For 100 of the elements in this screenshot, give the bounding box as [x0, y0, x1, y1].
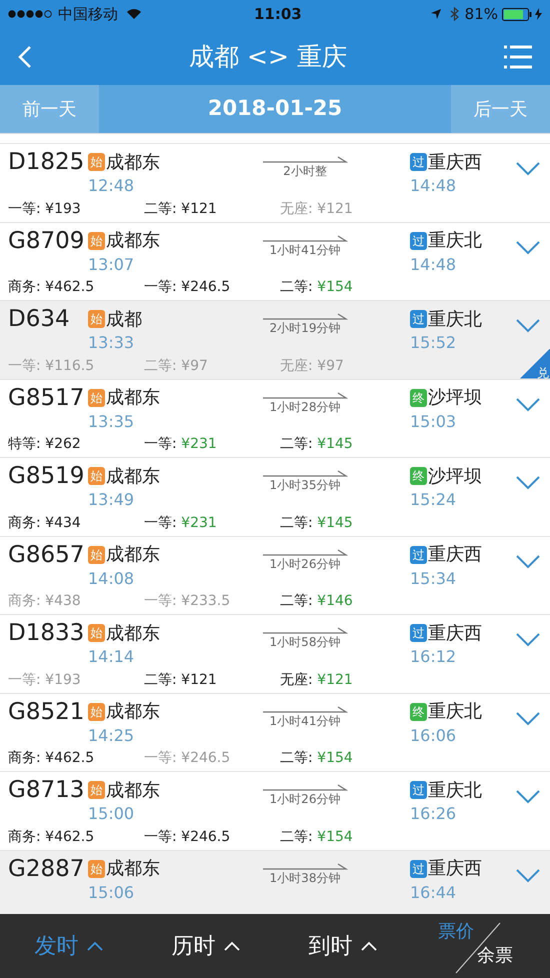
- arrival-station: 重庆北: [428, 229, 482, 253]
- fare-text: 商务: ¥462.5: [8, 828, 96, 846]
- carrier-text: 中国移动: [58, 4, 118, 25]
- sort-tab[interactable]: 发时: [0, 930, 137, 962]
- menu-icon[interactable]: [504, 44, 532, 70]
- station-tag: 终: [410, 388, 427, 406]
- caret-up-icon: [224, 941, 240, 951]
- fare-text: 一等: ¥116.5: [8, 356, 96, 376]
- train-row[interactable]: G2887 始 成都东 15:06 1小时38分钟 过 重庆西 16:44: [0, 850, 550, 914]
- fare-text: 一等: ¥193: [8, 200, 82, 218]
- train-row[interactable]: G8709 始 成都东 13:07 1小时41分钟 过 重庆北 14:48 商务: ¥462.5 一等: ¥246.5 二等: ¥154: [0, 222, 550, 301]
- station-tag: 始: [88, 232, 105, 250]
- departure-station: 成都东: [106, 150, 160, 174]
- station-tag: 终: [410, 467, 427, 485]
- train-number: G8521: [8, 698, 86, 726]
- train-number: D1825: [8, 148, 86, 176]
- train-number: D1833: [8, 619, 86, 647]
- arrival-time: 16:44: [410, 882, 458, 902]
- departure-station: 成都东: [106, 622, 160, 646]
- arrival-station: 沙坪坝: [428, 386, 482, 410]
- duration-text: 2小时整: [283, 164, 327, 178]
- clock-text: 11:03: [254, 4, 302, 25]
- train-number: G8709: [8, 226, 86, 254]
- chevron-down-icon[interactable]: [516, 554, 540, 568]
- train-row[interactable]: D634 始 成都 13:33 2小时19分钟 过 重庆北 15:52 一等: ¥116.5 二等: ¥97 无座: ¥97 兑: [0, 301, 550, 380]
- sort-toggle-option[interactable]: 票价: [438, 920, 474, 944]
- fare-text: 一等: ¥233.5: [144, 592, 232, 611]
- chevron-down-icon[interactable]: [516, 162, 540, 176]
- sort-toggle-option[interactable]: 余票: [477, 944, 513, 968]
- train-row[interactable]: G8517 始 成都东 13:35 1小时28分钟 终 沙坪坝 15:03 特等: ¥262 一等: ¥231 二等: ¥145: [0, 380, 550, 458]
- arrival-station: 重庆西: [428, 150, 482, 174]
- back-icon[interactable]: [18, 44, 32, 68]
- fare-text: 二等: ¥154: [280, 828, 353, 846]
- departure-station: 成都东: [106, 857, 160, 881]
- departure-station: 成都东: [106, 229, 160, 253]
- arrival-station: 重庆北: [428, 700, 482, 724]
- departure-time: 13:33: [88, 333, 136, 353]
- station-tag: 始: [88, 781, 105, 799]
- fare-text: 二等: ¥146: [280, 592, 353, 611]
- departure-time: 14:08: [88, 568, 136, 588]
- arrival-time: 16:26: [410, 804, 458, 824]
- battery-icon: [502, 8, 532, 20]
- fare-text: 无座: ¥97: [280, 356, 344, 376]
- chevron-down-icon[interactable]: [516, 790, 540, 804]
- arrival-time: 16:12: [410, 647, 458, 667]
- departure-station: 成都东: [106, 700, 160, 724]
- fare-text: 特等: ¥262: [8, 435, 82, 454]
- arrival-time: 15:24: [410, 490, 458, 510]
- page-title: 成都 <> 重庆: [188, 40, 348, 73]
- arrival-time: 16:06: [410, 726, 458, 746]
- fare-text: 二等: ¥145: [280, 435, 353, 454]
- fare-text: 无座: ¥121: [280, 670, 353, 690]
- duration-text: 1小时26分钟: [270, 792, 340, 806]
- train-number: G8713: [8, 776, 86, 804]
- station-tag: 过: [410, 624, 427, 642]
- arrival-time: 15:52: [410, 333, 458, 353]
- train-number: G8519: [8, 462, 86, 490]
- sort-tab[interactable]: 到时: [274, 930, 411, 962]
- fare-text: 二等: ¥97: [144, 356, 209, 376]
- chevron-down-icon[interactable]: [516, 398, 540, 412]
- sort-tab[interactable]: 历时: [137, 930, 274, 962]
- departure-station: 成都东: [106, 778, 160, 802]
- station-tag: 始: [88, 388, 105, 406]
- station-tag: 过: [410, 232, 427, 250]
- station-tag: 终: [410, 702, 427, 720]
- chevron-down-icon[interactable]: [516, 319, 540, 333]
- chevron-down-icon[interactable]: [516, 712, 540, 726]
- chevron-down-icon[interactable]: [516, 633, 540, 647]
- station-tag: 始: [88, 546, 105, 564]
- station-tag: 始: [88, 310, 105, 328]
- fare-text: 商务: ¥462.5: [8, 278, 96, 297]
- chevron-down-icon[interactable]: [516, 476, 540, 490]
- charging-icon: [535, 8, 542, 20]
- chevron-down-icon[interactable]: [516, 868, 540, 882]
- duration-text: 1小时38分钟: [270, 870, 340, 884]
- arrival-station: 重庆西: [428, 543, 482, 567]
- departure-station: 成都: [106, 308, 142, 332]
- duration-text: 1小时28分钟: [270, 400, 340, 414]
- departure-time: 13:49: [88, 490, 136, 510]
- train-row[interactable]: G8657 始 成都东 14:08 1小时26分钟 过 重庆西 15:34 商务: ¥438 一等: ¥233.5 二等: ¥146: [0, 536, 550, 615]
- arrival-time: 14:48: [410, 254, 458, 274]
- departure-station: 成都东: [106, 543, 160, 567]
- train-row[interactable]: G8521 始 成都东 14:25 1小时41分钟 终 重庆北 16:06 商务: ¥462.5 一等: ¥246.5 二等: ¥154: [0, 694, 550, 772]
- duration-text: 1小时58分钟: [270, 635, 340, 649]
- fare-text: 无座: ¥121: [280, 200, 353, 218]
- station-tag: 过: [410, 310, 427, 328]
- station-tag: 过: [410, 781, 427, 799]
- fare-text: 一等: ¥246.5: [144, 828, 232, 846]
- chevron-down-icon[interactable]: [516, 240, 540, 254]
- departure-time: 15:00: [88, 804, 136, 824]
- duration-text: 2小时19分钟: [270, 321, 340, 335]
- bluetooth-icon: [450, 7, 459, 21]
- station-tag: 始: [88, 467, 105, 485]
- train-number: D634: [8, 305, 71, 333]
- station-tag: 始: [88, 624, 105, 642]
- fare-text: 二等: ¥121: [144, 670, 218, 690]
- departure-time: 12:48: [88, 176, 136, 196]
- date-text: 2018-01-25: [206, 95, 344, 122]
- train-number: G8517: [8, 384, 86, 412]
- departure-time: 14:25: [88, 726, 136, 746]
